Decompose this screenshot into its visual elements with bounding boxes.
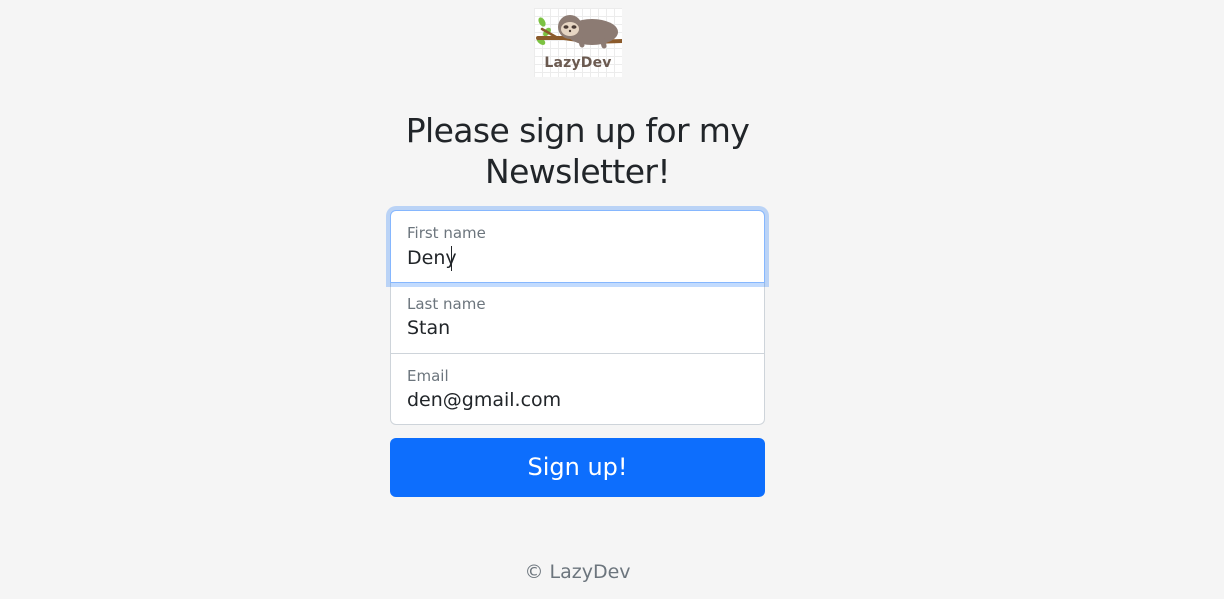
sign-up-button[interactable]: Sign up! — [390, 438, 765, 497]
logo: LazyDev — [534, 8, 622, 77]
first-name-field[interactable]: First name — [390, 210, 765, 283]
footer-copyright: © LazyDev — [524, 561, 631, 583]
first-name-input[interactable] — [407, 247, 747, 269]
text-caret — [451, 246, 452, 271]
email-input[interactable] — [407, 389, 747, 411]
page-title: Please sign up for my Newsletter! — [405, 111, 750, 191]
logo-text: LazyDev — [544, 55, 612, 71]
last-name-field[interactable]: Last name — [390, 282, 765, 354]
first-name-label: First name — [407, 224, 486, 242]
sloth-icon — [536, 15, 622, 49]
last-name-label: Last name — [407, 295, 486, 313]
email-label: Email — [407, 367, 449, 385]
email-field[interactable]: Email — [390, 353, 765, 425]
last-name-input[interactable] — [407, 317, 747, 339]
